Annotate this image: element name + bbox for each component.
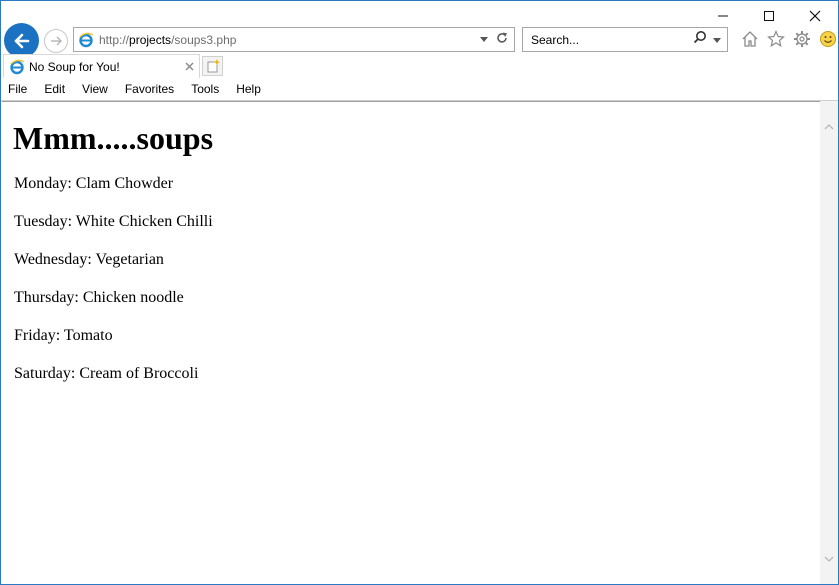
new-tab-button[interactable] (202, 56, 223, 76)
scroll-up-button[interactable] (824, 117, 834, 135)
tab-bar: No Soup for You! (1, 54, 838, 78)
ie-logo-icon (10, 59, 25, 74)
menu-view[interactable]: View (75, 79, 114, 100)
soup-item-thursday: Thursday: Chicken noodle (14, 289, 184, 306)
address-tools (480, 32, 508, 47)
settings-button[interactable] (792, 29, 812, 49)
soup-item-wednesday: Wednesday: Vegetarian (14, 251, 164, 268)
scroll-down-button[interactable] (824, 550, 834, 568)
home-button[interactable] (740, 29, 760, 49)
address-url[interactable]: http://projects/soups3.php (99, 33, 480, 47)
menu-bar: File Edit View Favorites Tools Help (1, 79, 838, 101)
soup-item-monday: Monday: Clam Chowder (14, 175, 174, 192)
url-host: projects (129, 32, 172, 47)
menu-file[interactable]: File (1, 79, 33, 100)
search-dropdown-button[interactable] (713, 31, 721, 49)
url-prefix: http:// (99, 32, 130, 47)
search-icon (693, 31, 706, 44)
search-box[interactable] (522, 27, 728, 52)
tab-close-button[interactable] (185, 59, 194, 74)
url-path: /soups3.php (171, 32, 237, 47)
address-dropdown-button[interactable] (480, 34, 488, 46)
back-button[interactable] (4, 23, 39, 58)
forward-button[interactable] (44, 29, 68, 53)
forward-arrow-icon (51, 36, 62, 46)
favorites-button[interactable] (766, 29, 786, 49)
feedback-button[interactable] (818, 29, 838, 49)
dropdown-icon (480, 36, 488, 42)
new-tab-icon (207, 59, 220, 73)
soup-item-friday: Friday: Tomato (14, 327, 113, 344)
menu-favorites[interactable]: Favorites (118, 79, 180, 100)
tab-title: No Soup for You! (29, 59, 120, 74)
tab-active[interactable]: No Soup for You! (3, 54, 200, 78)
dropdown-icon (713, 37, 721, 43)
settings-gear-icon (794, 31, 810, 47)
menu-edit[interactable]: Edit (37, 79, 71, 100)
search-button[interactable] (693, 30, 707, 49)
smiley-feedback-icon (820, 31, 836, 47)
toolbar-icons (740, 29, 838, 49)
soup-item-saturday: Saturday: Cream of Broccoli (14, 365, 199, 382)
home-icon (742, 31, 758, 47)
search-tools (693, 30, 721, 49)
browser-window: http://projects/soups3.php Search... No … (0, 0, 839, 585)
back-arrow-icon (14, 33, 29, 48)
tab-close-icon (185, 62, 194, 71)
refresh-button[interactable] (496, 32, 508, 47)
scroll-up-icon (824, 124, 834, 130)
menu-tools[interactable]: Tools (184, 79, 225, 100)
ie-logo-icon (79, 32, 94, 47)
address-bar[interactable]: http://projects/soups3.php (73, 27, 515, 52)
search-input[interactable] (529, 31, 683, 48)
menu-help[interactable]: Help (229, 79, 267, 100)
refresh-icon (497, 32, 507, 43)
page-heading: Mmm.....soups (13, 120, 214, 156)
page-content: Mmm.....soups Monday: Clam Chowder Tuesd… (2, 101, 820, 584)
scroll-down-icon (824, 556, 834, 562)
soup-item-tuesday: Tuesday: White Chicken Chilli (14, 213, 213, 230)
favorites-star-icon (767, 30, 785, 48)
vertical-scrollbar[interactable] (820, 101, 838, 584)
